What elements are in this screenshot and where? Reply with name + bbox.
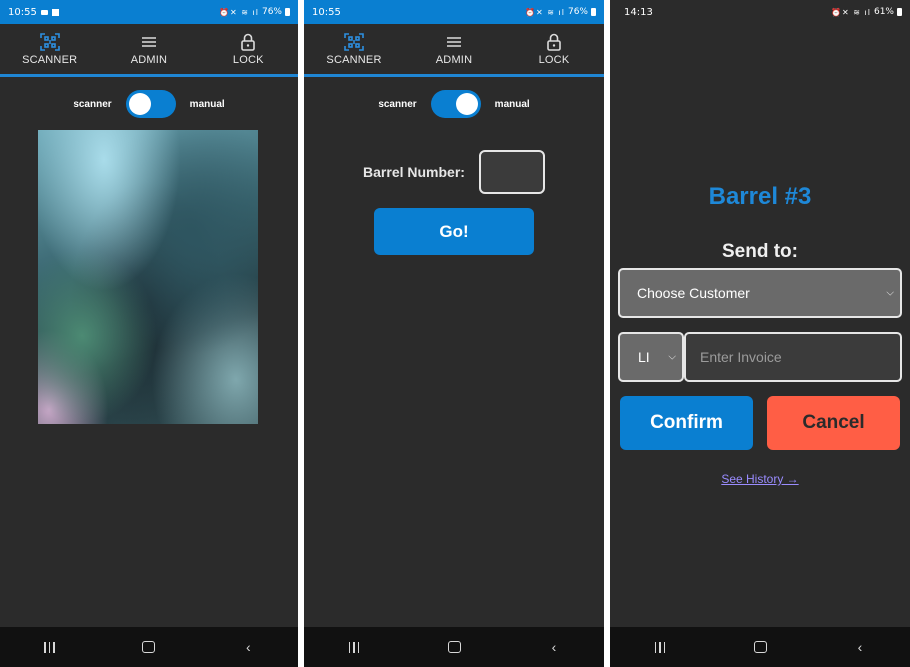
battery-percent: 76% xyxy=(261,7,282,17)
invoice-prefix-value: LI xyxy=(638,349,650,365)
nav-label-lock: LOCK xyxy=(538,53,570,66)
back-icon: ‹ xyxy=(245,639,251,655)
back-icon: ‹ xyxy=(857,639,863,655)
recents-button[interactable] xyxy=(30,632,70,662)
nav-lock[interactable]: LOCK xyxy=(514,33,594,66)
toggle-label-scanner: scanner xyxy=(73,98,112,110)
phone-screen-manual: 10:55 ⏰✕ ≋ ıl 76% SCANNER ADMIN LOCK sca… xyxy=(304,0,604,667)
send-to-heading: Send to: xyxy=(722,241,798,262)
barrel-number-label: Barrel Number: xyxy=(363,164,465,180)
see-history-link[interactable]: See History → xyxy=(610,472,910,486)
status-icons: ⏰✕ ≋ ıl xyxy=(831,7,871,17)
mode-toggle[interactable] xyxy=(125,90,176,118)
barrel-title: Barrel #3 xyxy=(708,183,812,210)
confirm-button[interactable]: Confirm xyxy=(620,396,753,450)
recents-button[interactable] xyxy=(334,632,374,662)
phone-screen-scanner: 10:55 ⏰✕ ≋ ıl 76% SCANNER ADMIN LOCK sca… xyxy=(0,0,298,667)
camera-preview xyxy=(38,130,258,424)
hamburger-icon xyxy=(141,36,156,47)
qr-scan-icon xyxy=(39,32,60,51)
status-bar: 14:13 ⏰✕ ≋ ıl 61% xyxy=(610,0,910,24)
back-button[interactable]: ‹ xyxy=(840,632,880,662)
system-nav-bar: ‹ xyxy=(304,627,604,667)
nav-scanner[interactable]: SCANNER xyxy=(314,32,394,66)
status-time: 14:13 xyxy=(624,6,653,18)
home-button[interactable] xyxy=(129,632,169,662)
video-icon xyxy=(40,9,48,15)
system-nav-bar: ‹ xyxy=(0,627,298,667)
invoice-placeholder: Enter Invoice xyxy=(700,349,782,365)
toggle-label-manual: manual xyxy=(494,98,530,110)
image-icon xyxy=(51,8,59,16)
nav-label-admin: ADMIN xyxy=(435,53,473,66)
top-nav: SCANNER ADMIN LOCK xyxy=(0,24,298,74)
lock-icon xyxy=(241,33,256,51)
battery-icon xyxy=(897,8,902,16)
mode-toggle-row: scanner manual xyxy=(304,90,604,118)
barrel-number-row: Barrel Number: xyxy=(304,150,604,194)
nav-label-admin: ADMIN xyxy=(130,53,168,66)
nav-scanner[interactable]: SCANNER xyxy=(10,32,90,66)
back-button[interactable]: ‹ xyxy=(228,632,268,662)
mode-toggle-row: scanner manual xyxy=(0,90,298,118)
nav-underline xyxy=(0,74,298,77)
toggle-label-manual: manual xyxy=(189,98,225,110)
system-nav-bar: ‹ xyxy=(610,627,910,667)
cancel-button[interactable]: Cancel xyxy=(767,396,900,450)
invoice-input[interactable]: Enter Invoice xyxy=(684,332,902,382)
chevron-down-icon: ⌵ xyxy=(886,287,894,299)
qr-scan-icon xyxy=(344,32,364,51)
nav-label-scanner: SCANNER xyxy=(22,53,78,66)
back-icon: ‹ xyxy=(551,639,557,655)
back-button[interactable]: ‹ xyxy=(534,632,574,662)
toggle-knob xyxy=(128,93,151,115)
battery-icon xyxy=(285,8,290,16)
mode-toggle[interactable] xyxy=(430,90,481,118)
nav-lock[interactable]: LOCK xyxy=(208,33,288,66)
nav-underline xyxy=(304,74,604,77)
barrel-number-input[interactable] xyxy=(478,150,545,194)
go-button[interactable]: Go! xyxy=(374,208,534,255)
status-time: 10:55 xyxy=(8,6,37,18)
invoice-prefix-select[interactable]: LI ⌵ xyxy=(618,332,684,382)
nav-label-scanner: SCANNER xyxy=(326,53,382,66)
status-icons: ⏰✕ ≋ ıl xyxy=(525,7,565,17)
lock-icon xyxy=(547,33,561,51)
status-bar: 10:55 ⏰✕ ≋ ıl 76% xyxy=(304,0,604,24)
battery-percent: 76% xyxy=(567,7,588,17)
toggle-label-scanner: scanner xyxy=(378,98,417,110)
chevron-down-icon: ⌵ xyxy=(668,351,676,363)
status-icons: ⏰✕ ≋ ıl xyxy=(219,7,259,17)
nav-admin[interactable]: ADMIN xyxy=(109,33,189,66)
status-time: 10:55 xyxy=(312,6,341,18)
toggle-knob xyxy=(455,93,478,115)
battery-percent: 61% xyxy=(873,7,894,17)
customer-select[interactable]: Choose Customer ⌵ xyxy=(618,268,902,318)
status-bar: 10:55 ⏰✕ ≋ ıl 76% xyxy=(0,0,298,24)
battery-icon xyxy=(591,8,596,16)
customer-select-value: Choose Customer xyxy=(637,285,750,301)
recents-button[interactable] xyxy=(640,632,680,662)
home-button[interactable] xyxy=(740,632,780,662)
phone-screen-send: 14:13 ⏰✕ ≋ ıl 61% Barrel #3 Send to: Cho… xyxy=(610,0,910,667)
nav-admin[interactable]: ADMIN xyxy=(414,33,494,66)
nav-label-lock: LOCK xyxy=(232,53,264,66)
top-nav: SCANNER ADMIN LOCK xyxy=(304,24,604,74)
home-button[interactable] xyxy=(434,632,474,662)
hamburger-icon xyxy=(447,36,461,47)
